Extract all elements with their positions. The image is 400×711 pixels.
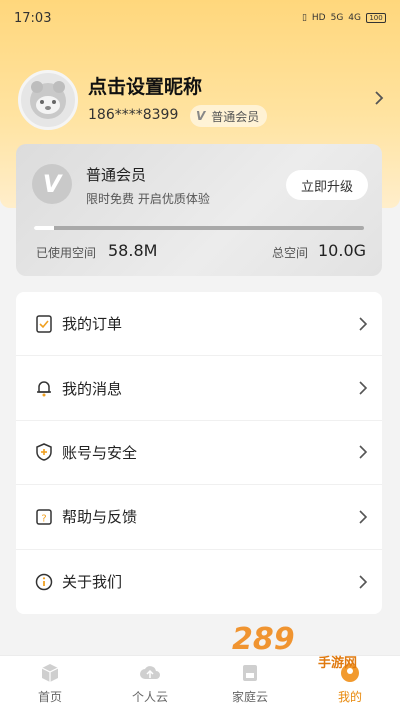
shield-icon bbox=[36, 443, 52, 462]
family-cloud-icon bbox=[243, 665, 257, 681]
menu-item-label: 我的消息 bbox=[62, 379, 123, 398]
nav-label: 我的 bbox=[337, 690, 362, 704]
battery-icon: 100 bbox=[366, 13, 386, 23]
chevron-right-icon bbox=[359, 317, 368, 331]
chevron-right-icon bbox=[359, 510, 368, 524]
bottom-navigation: 首页 个人云 家庭云 我的 bbox=[0, 655, 400, 711]
nav-personal-cloud[interactable]: 个人云 bbox=[100, 656, 200, 711]
used-space-value: 58.8M bbox=[108, 241, 158, 260]
bell-icon bbox=[37, 381, 51, 397]
membership-card: V 普通会员 限时免费 开启优质体验 立即升级 已使用空间 58.8M 总空间 … bbox=[16, 144, 382, 276]
order-icon bbox=[36, 314, 52, 333]
nickname[interactable]: 点击设置昵称 bbox=[88, 72, 202, 99]
menu-item-help-feedback[interactable]: ? 帮助与反馈 bbox=[16, 485, 382, 550]
menu-item-messages[interactable]: 我的消息 bbox=[16, 356, 382, 421]
chevron-right-icon bbox=[359, 381, 368, 395]
storage-progress-fill bbox=[34, 226, 54, 230]
settings-menu: 我的订单 我的消息 账号与安全 ? 帮助与反馈 关于我们 bbox=[16, 292, 382, 614]
info-icon bbox=[35, 573, 53, 590]
chevron-right-icon bbox=[359, 445, 368, 460]
menu-item-label: 账号与安全 bbox=[62, 443, 138, 462]
help-icon: ? bbox=[36, 509, 52, 525]
menu-item-about[interactable]: 关于我们 bbox=[16, 550, 382, 614]
vibrate-icon: ▯ bbox=[301, 13, 307, 23]
home-cube-icon bbox=[41, 664, 59, 682]
vip-v-icon: V bbox=[196, 109, 206, 123]
upgrade-button[interactable]: 立即升级 bbox=[286, 170, 368, 200]
watermark-logo: 289 bbox=[232, 622, 295, 657]
status-time: 17:03 bbox=[14, 10, 52, 26]
signal-5g-icon: 5G bbox=[330, 13, 344, 23]
used-space-label: 已使用空间 bbox=[36, 246, 97, 260]
nav-home[interactable]: 首页 bbox=[0, 656, 100, 711]
membership-subtitle: 限时免费 开启优质体验 bbox=[86, 192, 210, 206]
signal-4g-icon: 4G bbox=[348, 13, 361, 23]
nav-label: 首页 bbox=[37, 690, 62, 704]
storage-progress-bar bbox=[34, 226, 364, 230]
menu-item-label: 帮助与反馈 bbox=[62, 508, 138, 527]
status-icons: ▯ HD 5G 4G 100 bbox=[302, 13, 386, 23]
chevron-right-icon bbox=[359, 575, 368, 589]
menu-item-account-security[interactable]: 账号与安全 bbox=[16, 421, 382, 486]
avatar-mascot-icon bbox=[30, 81, 66, 119]
me-icon bbox=[341, 664, 359, 682]
nav-label: 家庭云 bbox=[231, 690, 268, 704]
menu-item-label: 关于我们 bbox=[62, 573, 123, 592]
phone-number: 186****8399 bbox=[88, 107, 179, 123]
total-space-value: 10.0G bbox=[318, 241, 367, 260]
member-level-badge: V 普通会员 bbox=[190, 105, 268, 127]
profile-chevron-right-icon[interactable] bbox=[372, 88, 386, 108]
nav-label: 个人云 bbox=[131, 690, 168, 704]
total-space-label: 总空间 bbox=[272, 246, 309, 260]
membership-title: 普通会员 bbox=[86, 166, 147, 184]
hd-icon: HD bbox=[311, 13, 326, 23]
menu-item-label: 我的订单 bbox=[62, 315, 123, 334]
member-level-label: 普通会员 bbox=[211, 109, 260, 124]
status-bar: 17:03 ▯ HD 5G 4G 100 bbox=[0, 0, 400, 36]
svg-text:?: ? bbox=[41, 513, 46, 524]
cloud-upload-icon bbox=[140, 666, 160, 679]
avatar[interactable] bbox=[18, 70, 78, 130]
menu-item-orders[interactable]: 我的订单 bbox=[16, 292, 382, 357]
nav-me[interactable]: 我的 bbox=[300, 656, 400, 711]
nav-family-cloud[interactable]: 家庭云 bbox=[200, 656, 300, 711]
vip-logo-icon: V bbox=[32, 164, 72, 204]
